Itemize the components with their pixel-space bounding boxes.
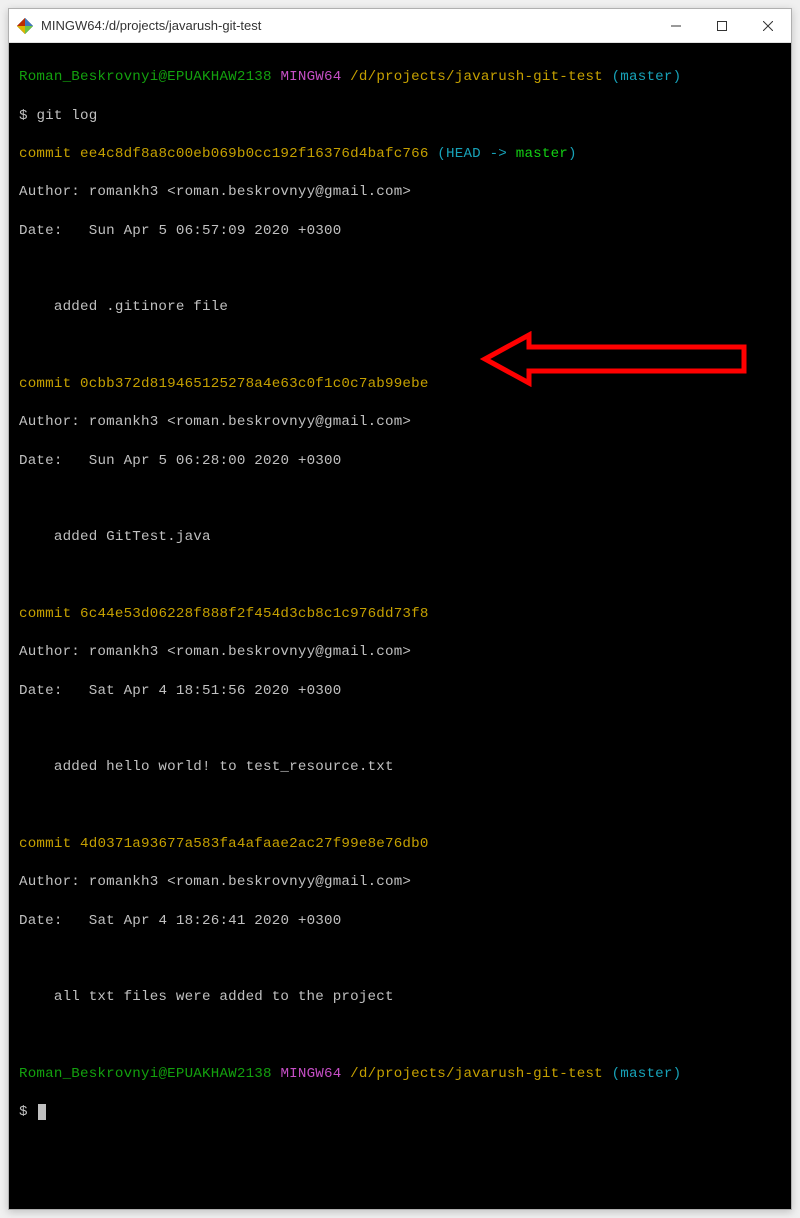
commit-hash: 4d0371a93677a583fa4afaae2ac27f99e8e76db0: [80, 836, 429, 852]
prompt-input-line[interactable]: $: [19, 1103, 781, 1122]
terminal-body[interactable]: Roman_Beskrovnyi@EPUAKHAW2138 MINGW64 /d…: [9, 43, 791, 1209]
blank-line: [19, 720, 781, 739]
prompt-path: /d/projects/javarush-git-test: [350, 69, 603, 85]
maximize-button[interactable]: [699, 9, 745, 43]
window-title: MINGW64:/d/projects/javarush-git-test: [41, 18, 653, 33]
blank-line: [19, 337, 781, 356]
commit-line: commit 4d0371a93677a583fa4afaae2ac27f99e…: [19, 835, 781, 854]
commit-hash: 0cbb372d819465125278a4e63c0f1c0c7ab99ebe: [80, 376, 429, 392]
prompt-line: Roman_Beskrovnyi@EPUAKHAW2138 MINGW64 /d…: [19, 1065, 781, 1084]
prompt-shell: MINGW64: [280, 69, 341, 85]
command-line: $ git log: [19, 107, 781, 126]
blank-line: [19, 1027, 781, 1046]
commit-hash: ee4c8df8a8c00eb069b0cc192f16376d4bafc766: [80, 146, 429, 162]
prompt-line: Roman_Beskrovnyi@EPUAKHAW2138 MINGW64 /d…: [19, 68, 781, 87]
prompt-dollar: $: [19, 108, 28, 124]
commit-message: added .gitinore file: [19, 298, 781, 317]
prompt-branch: (master): [612, 1066, 682, 1082]
terminal-window: MINGW64:/d/projects/javarush-git-test Ro…: [8, 8, 792, 1210]
author-line: Author: romankh3 <roman.beskrovnyy@gmail…: [19, 643, 781, 662]
app-icon: [17, 18, 33, 34]
prompt-shell: MINGW64: [280, 1066, 341, 1082]
commit-line: commit 0cbb372d819465125278a4e63c0f1c0c7…: [19, 375, 781, 394]
typed-command: git log: [36, 108, 97, 124]
commit-line: commit ee4c8df8a8c00eb069b0cc192f16376d4…: [19, 145, 781, 164]
blank-line: [19, 490, 781, 509]
author-line: Author: romankh3 <roman.beskrovnyy@gmail…: [19, 413, 781, 432]
author-line: Author: romankh3 <roman.beskrovnyy@gmail…: [19, 873, 781, 892]
prompt-user: Roman_Beskrovnyi: [19, 1066, 158, 1082]
commit-line: commit 6c44e53d06228f888f2f454d3cb8c1c97…: [19, 605, 781, 624]
window-controls: [653, 9, 791, 42]
blank-line: [19, 260, 781, 279]
date-line: Date: Sat Apr 4 18:51:56 2020 +0300: [19, 682, 781, 701]
commit-message: all txt files were added to the project: [19, 988, 781, 1007]
minimize-button[interactable]: [653, 9, 699, 43]
date-line: Date: Sun Apr 5 06:28:00 2020 +0300: [19, 452, 781, 471]
titlebar[interactable]: MINGW64:/d/projects/javarush-git-test: [9, 9, 791, 43]
prompt-user: Roman_Beskrovnyi: [19, 69, 158, 85]
prompt-host: EPUAKHAW2138: [167, 1066, 272, 1082]
blank-line: [19, 797, 781, 816]
commit-message: added GitTest.java: [19, 528, 781, 547]
commit-message: added hello world! to test_resource.txt: [19, 758, 781, 777]
blank-line: [19, 567, 781, 586]
cursor: [38, 1104, 46, 1120]
date-line: Date: Sat Apr 4 18:26:41 2020 +0300: [19, 912, 781, 931]
blank-line: [19, 950, 781, 969]
prompt-host: EPUAKHAW2138: [167, 69, 272, 85]
date-line: Date: Sun Apr 5 06:57:09 2020 +0300: [19, 222, 781, 241]
prompt-path: /d/projects/javarush-git-test: [350, 1066, 603, 1082]
author-line: Author: romankh3 <roman.beskrovnyy@gmail…: [19, 183, 781, 202]
close-button[interactable]: [745, 9, 791, 43]
prompt-branch: (master): [612, 69, 682, 85]
